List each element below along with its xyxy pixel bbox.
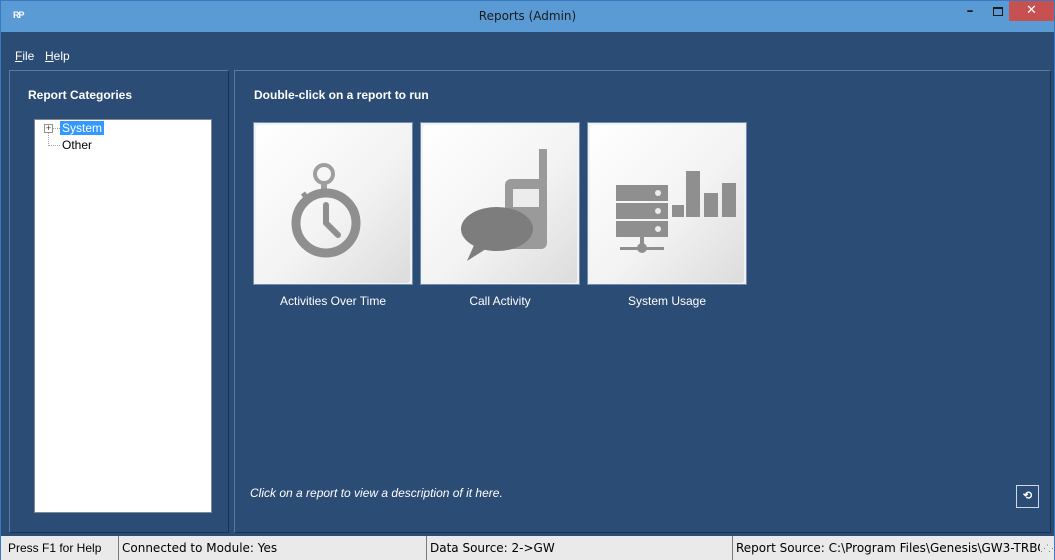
title-bar[interactable]: RP Reports (Admin) – ✕ bbox=[1, 1, 1054, 32]
expand-icon[interactable]: + bbox=[44, 124, 53, 133]
maximize-icon bbox=[993, 7, 1003, 16]
menu-help[interactable]: Help bbox=[45, 49, 70, 63]
report-tile-call-activity[interactable]: Call Activity bbox=[420, 122, 580, 317]
server-chart-icon bbox=[590, 125, 744, 283]
radio-chat-icon bbox=[423, 125, 577, 283]
window-title: Reports (Admin) bbox=[478, 9, 577, 23]
report-tile-label: Activities Over Time bbox=[253, 284, 413, 317]
minimize-button[interactable]: – bbox=[959, 3, 981, 24]
refresh-button[interactable]: ⟲ bbox=[1016, 485, 1039, 508]
status-connection: Connected to Module: Yes bbox=[118, 536, 428, 560]
tree-node-label: System bbox=[60, 121, 105, 135]
status-data-source: Data Source: 2->GW bbox=[426, 536, 732, 560]
stopwatch-icon bbox=[256, 125, 410, 283]
close-button[interactable]: ✕ bbox=[1009, 1, 1054, 21]
status-report-source: Report Source: C:\Program Files\Genesis\… bbox=[732, 536, 1040, 560]
report-tile-activities-over-time[interactable]: Activities Over Time bbox=[253, 122, 413, 317]
report-tile-label: Call Activity bbox=[420, 284, 580, 317]
tree-node-system[interactable]: + System bbox=[35, 121, 211, 135]
menu-bar: File Help bbox=[1, 45, 1054, 67]
report-tile-label: System Usage bbox=[587, 284, 747, 317]
maximize-button[interactable] bbox=[987, 4, 1009, 25]
categories-heading: Report Categories bbox=[28, 88, 133, 102]
report-description: Click on a report to view a description … bbox=[250, 486, 503, 500]
tree-node-other[interactable]: Other bbox=[35, 138, 211, 152]
resize-grip-icon[interactable]: ⋰⋰ bbox=[1040, 543, 1055, 554]
reports-heading: Double-click on a report to run bbox=[254, 88, 429, 102]
refresh-icon: ⟲ bbox=[1022, 490, 1033, 502]
report-tile-system-usage[interactable]: System Usage bbox=[587, 122, 747, 317]
status-bar: Press F1 for Help Connected to Module: Y… bbox=[1, 536, 1054, 560]
status-help: Press F1 for Help bbox=[8, 541, 102, 555]
tree-node-label: Other bbox=[62, 138, 93, 152]
reports-window: RP Reports (Admin) – ✕ File Help Report … bbox=[0, 0, 1055, 560]
category-tree[interactable]: + System Other bbox=[34, 119, 212, 513]
menu-file[interactable]: File bbox=[15, 49, 34, 63]
